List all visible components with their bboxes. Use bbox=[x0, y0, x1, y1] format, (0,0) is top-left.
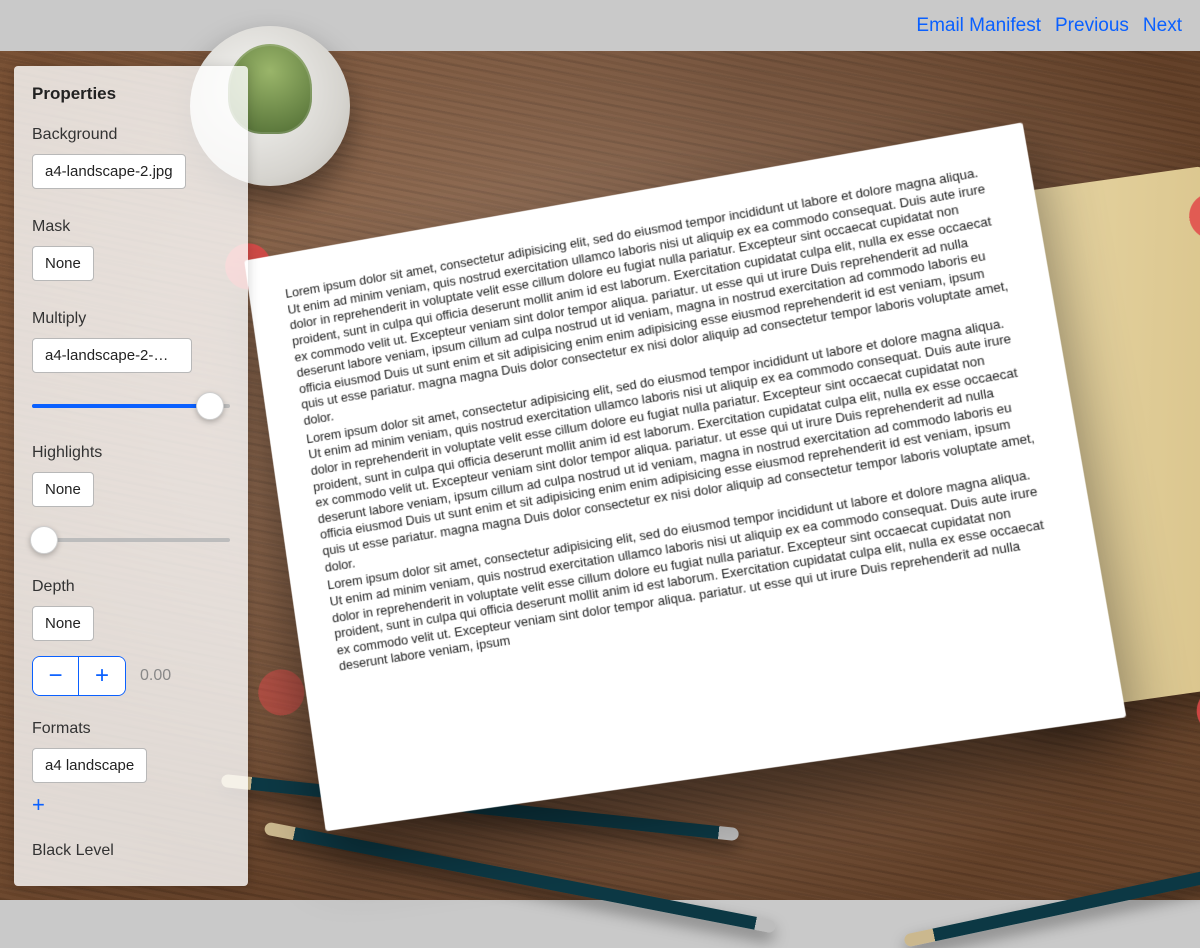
formats-chip[interactable]: a4 landscape bbox=[32, 748, 147, 783]
multiply-chip[interactable]: a4-landscape-2-mu… bbox=[32, 338, 192, 373]
highlights-slider[interactable] bbox=[32, 526, 230, 554]
formats-label: Formats bbox=[32, 720, 230, 738]
depth-increment-button[interactable]: + bbox=[79, 657, 125, 695]
depth-chip[interactable]: None bbox=[32, 606, 94, 641]
highlights-chip[interactable]: None bbox=[32, 472, 94, 507]
multiply-section: Multiply a4-landscape-2-mu… bbox=[32, 310, 230, 420]
depth-section: Depth None − + 0.00 bbox=[32, 578, 230, 696]
background-label: Background bbox=[32, 126, 230, 144]
black-level-label: Black Level bbox=[32, 842, 230, 860]
plus-icon: + bbox=[32, 792, 45, 817]
multiply-label: Multiply bbox=[32, 310, 230, 328]
mask-section: Mask None bbox=[32, 218, 230, 286]
highlights-section: Highlights None bbox=[32, 444, 230, 554]
slider-thumb[interactable] bbox=[196, 392, 224, 420]
previous-link[interactable]: Previous bbox=[1055, 15, 1129, 37]
multiply-slider[interactable] bbox=[32, 392, 230, 420]
mask-chip[interactable]: None bbox=[32, 246, 94, 281]
depth-decrement-button[interactable]: − bbox=[33, 657, 79, 695]
minus-icon: − bbox=[48, 662, 62, 690]
top-bar: Email Manifest Previous Next bbox=[0, 0, 1200, 51]
email-manifest-link[interactable]: Email Manifest bbox=[916, 15, 1041, 37]
depth-stepper: − + 0.00 bbox=[32, 656, 230, 696]
background-section: Background a4-landscape-2.jpg bbox=[32, 126, 230, 194]
slider-fill bbox=[32, 404, 210, 408]
plus-icon: + bbox=[95, 662, 109, 690]
black-level-section: Black Level bbox=[32, 842, 230, 860]
mask-label: Mask bbox=[32, 218, 230, 236]
page-mockup[interactable]: Lorem ipsum dolor sit amet, consectetur … bbox=[229, 127, 1111, 835]
depth-label: Depth bbox=[32, 578, 230, 596]
next-link[interactable]: Next bbox=[1143, 15, 1182, 37]
depth-value: 0.00 bbox=[140, 667, 171, 685]
formats-section: Formats a4 landscape + bbox=[32, 720, 230, 818]
add-format-button[interactable]: + bbox=[32, 792, 230, 818]
background-chip[interactable]: a4-landscape-2.jpg bbox=[32, 154, 186, 189]
stepper-box: − + bbox=[32, 656, 126, 696]
page-surface: Lorem ipsum dolor sit amet, consectetur … bbox=[244, 122, 1126, 831]
slider-thumb[interactable] bbox=[30, 526, 58, 554]
slider-track bbox=[32, 538, 230, 542]
highlights-label: Highlights bbox=[32, 444, 230, 462]
panel-title: Properties bbox=[32, 84, 230, 104]
properties-panel: Properties Background a4-landscape-2.jpg… bbox=[14, 66, 248, 886]
